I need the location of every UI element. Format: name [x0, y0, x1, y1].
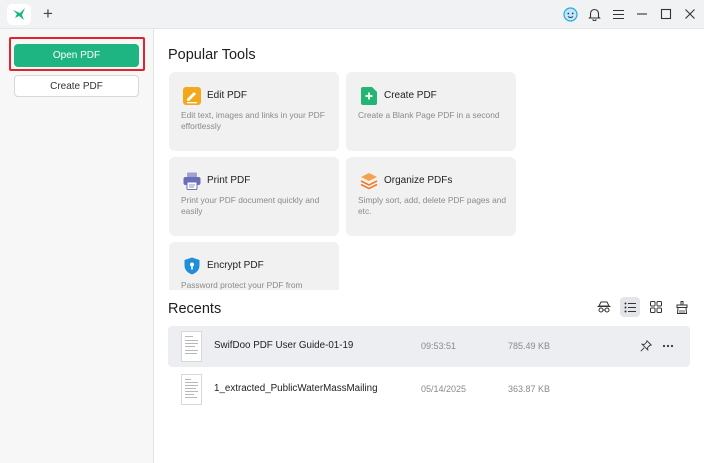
more-options-icon[interactable] [660, 338, 676, 354]
file-size: 785.49 KB [508, 341, 551, 351]
file-date: 09:53:51 [421, 341, 457, 351]
bell-icon[interactable] [586, 6, 602, 22]
recents-title: Recents [168, 301, 222, 317]
tool-title: Encrypt PDF [207, 260, 264, 271]
file-thumbnail [181, 331, 202, 362]
minimize-icon[interactable] [634, 6, 650, 22]
tool-title: Edit PDF [207, 90, 248, 101]
open-pdf-button[interactable]: Open PDF [14, 44, 139, 67]
recent-file-row[interactable]: SwifDoo PDF User Guide-01-19 09:53:51 78… [168, 326, 690, 367]
tool-card-print-pdf[interactable]: Print PDF Print your PDF document quickl… [169, 157, 339, 236]
tool-description: Create a Blank Page PDF in a second [358, 110, 500, 120]
tool-description: Password protect your PDF from [181, 280, 303, 290]
tool-card-encrypt-pdf[interactable]: Encrypt PDF Password protect your PDF fr… [169, 242, 339, 290]
pin-icon[interactable] [638, 338, 654, 354]
close-icon[interactable] [682, 6, 698, 22]
tool-card-organize-pdfs[interactable]: Organize PDFs Simply sort, add, delete P… [346, 157, 516, 236]
new-tab-button[interactable]: + [41, 4, 55, 24]
sidebar: Open PDF Create PDF [0, 29, 154, 463]
tool-card-edit-pdf[interactable]: Edit PDF Edit text, images and links in … [169, 72, 339, 151]
popular-tools-title: Popular Tools [168, 47, 256, 63]
tools-grid: Edit PDF Edit text, images and links in … [160, 66, 704, 290]
user-avatar-icon[interactable] [562, 6, 578, 22]
clear-recents-icon[interactable] [672, 297, 692, 317]
tool-card-create-pdf[interactable]: Create PDF Create a Blank Page PDF in a … [346, 72, 516, 151]
file-thumbnail [181, 374, 202, 405]
maximize-icon[interactable] [658, 6, 674, 22]
file-name: 1_extracted_PublicWaterMassMailing [214, 383, 378, 394]
grid-view-icon[interactable] [646, 297, 666, 317]
file-size: 363.87 KB [508, 384, 551, 394]
create-pdf-button[interactable]: Create PDF [14, 75, 139, 97]
tool-description: Simply sort, add, delete PDF pages and e… [358, 195, 507, 216]
tool-description: Edit text, images and links in your PDF … [181, 110, 325, 131]
tool-description: Print your PDF document quickly and easi… [181, 195, 320, 216]
file-name: SwifDoo PDF User Guide-01-19 [214, 340, 354, 351]
recent-file-row[interactable]: 1_extracted_PublicWaterMassMailing 05/14… [168, 369, 690, 410]
tool-title: Create PDF [384, 90, 437, 101]
printer-icon [183, 172, 201, 190]
tool-title: Organize PDFs [384, 175, 453, 186]
list-view-icon[interactable] [620, 297, 640, 317]
app-logo-tab[interactable] [7, 4, 31, 25]
create-pdf-icon [360, 87, 378, 105]
menu-icon[interactable] [610, 6, 626, 22]
edit-pdf-icon [183, 87, 201, 105]
incognito-icon[interactable] [594, 297, 614, 317]
tool-title: Print PDF [207, 175, 251, 186]
swifdoo-logo-icon [13, 8, 25, 20]
shield-lock-icon [183, 257, 201, 275]
stack-icon [360, 172, 378, 190]
title-bar: + [0, 0, 704, 29]
file-date: 05/14/2025 [421, 384, 467, 394]
